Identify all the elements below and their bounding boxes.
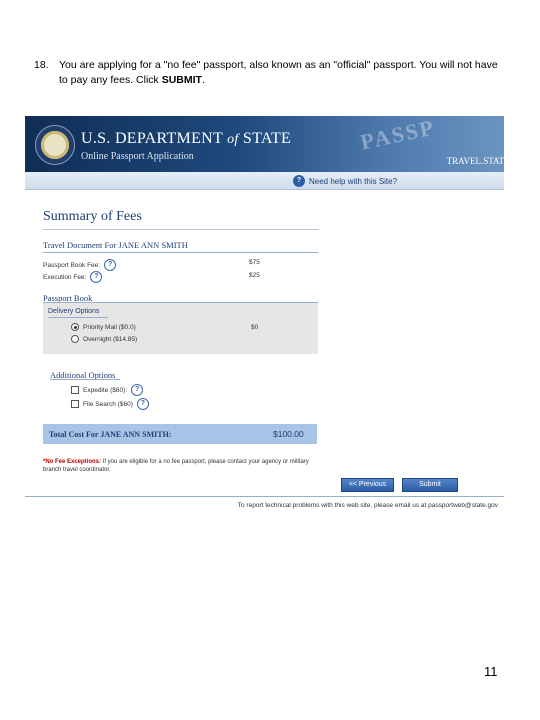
site-header: U.S. DEPARTMENT of STATE Online Passport… [25,116,504,172]
previous-button[interactable]: << Previous [341,478,394,492]
heading-divider [50,379,120,380]
delivery-priority-option[interactable]: Priority Mail ($0.0) [71,323,136,331]
step-number: 18. [34,59,49,71]
execution-fee-row: Execution Fee: ? [43,271,103,283]
total-cost-bar: Total Cost For JANE ANN SMITH: $100.00 [43,424,317,444]
title-divider [43,229,319,230]
submit-button[interactable]: Submit [402,478,458,492]
execution-fee-value: $25 [249,272,260,279]
travel-state-link[interactable]: TRAVEL.STAT [447,156,504,166]
page-title: Summary of Fees [43,209,142,224]
state-seal-icon [35,125,75,165]
checkbox[interactable] [71,386,79,394]
step-text: You are applying for a "no fee" passport… [59,59,498,86]
page-number: 11 [484,664,498,679]
delivery-priority-value: $0 [251,324,259,331]
passport-watermark: PASSP [358,116,438,155]
help-link[interactable]: ? Need help with this Site? [293,175,397,187]
delivery-overnight-option[interactable]: Overnight ($14.85) [71,335,137,343]
help-bar: ? Need help with this Site? [25,172,504,190]
delivery-options-heading: Delivery Options [48,308,100,315]
radio-button[interactable] [71,335,79,343]
radio-button[interactable] [71,323,79,331]
department-title: U.S. DEPARTMENT of STATE [81,130,292,147]
footer-text: To report technical problems with this w… [237,502,498,509]
help-icon[interactable]: ? [131,384,144,396]
delivery-options-panel: Delivery Options Priority Mail ($0.0) $0… [43,303,318,354]
no-fee-note: *No Fee Exceptions: If you are eligible … [43,459,309,473]
passport-book-fee-value: $75 [249,259,260,266]
help-icon[interactable]: ? [104,259,117,271]
app-name: Online Passport Application [81,151,194,162]
total-cost-value: $100.00 [273,429,304,439]
total-cost-label: Total Cost For JANE ANN SMITH: [49,430,172,439]
help-icon: ? [293,175,305,187]
expedite-option[interactable]: Expedite ($60): ? [71,384,144,396]
help-icon[interactable]: ? [90,271,103,283]
passport-book-fee-row: Passport Book Fee: ? [43,259,117,271]
footer-divider [25,496,504,497]
file-search-option[interactable]: File Search ($60) ? [71,398,149,410]
heading-divider [48,317,108,318]
travel-document-heading: Travel Document For JANE ANN SMITH [43,240,188,250]
help-icon[interactable]: ? [136,398,149,410]
screenshot-window: U.S. DEPARTMENT of STATE Online Passport… [25,116,504,516]
heading-divider [43,252,318,253]
checkbox[interactable] [71,400,79,408]
